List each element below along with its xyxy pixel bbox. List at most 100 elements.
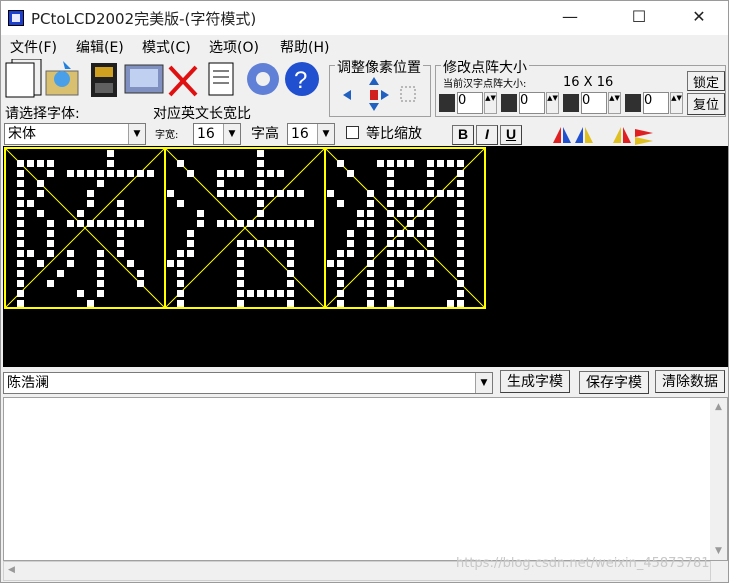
glyph-pixel <box>17 240 24 247</box>
minimize-button[interactable]: — <box>547 1 593 33</box>
chevron-down-icon[interactable]: ▼ <box>475 373 492 393</box>
proportional-checkbox[interactable] <box>346 126 359 139</box>
glyph-pixel <box>377 160 384 167</box>
underline-button[interactable]: U <box>500 125 522 145</box>
glyph-pixel <box>97 250 104 257</box>
matrix-canvas[interactable] <box>3 146 728 367</box>
glyph-pixel <box>437 190 444 197</box>
glyph-pixel <box>337 160 344 167</box>
glyph-pixel <box>407 220 414 227</box>
scroll-up-icon[interactable]: ▲ <box>710 402 727 412</box>
glyph-pixel <box>17 190 24 197</box>
glyph-pixel <box>457 250 464 257</box>
maximize-button[interactable]: ☐ <box>616 1 662 33</box>
menu-file[interactable]: 文件(F) <box>10 37 57 57</box>
scroll-left-icon[interactable]: ◀ <box>8 565 15 575</box>
menu-mode[interactable]: 模式(C) <box>142 37 191 57</box>
lock-button[interactable]: 锁定 <box>687 71 725 91</box>
glyph-pixel <box>457 270 464 277</box>
glyph-pixel <box>197 220 204 227</box>
help-icon[interactable]: ? <box>285 62 319 96</box>
menu-options[interactable]: 选项(O) <box>209 37 259 57</box>
rotate-right-icon[interactable] <box>635 129 653 145</box>
chevron-down-icon[interactable]: ▼ <box>317 124 334 144</box>
scroll-down-icon[interactable]: ▼ <box>710 546 727 556</box>
glyph-pixel <box>107 220 114 227</box>
height-combo[interactable]: 16 ▼ <box>287 123 335 145</box>
glyph-pixel <box>397 190 404 197</box>
spin-bottom-value[interactable]: 0 <box>643 92 669 114</box>
glyph-pixel <box>237 170 244 177</box>
glyph-pixel <box>427 240 434 247</box>
glyph-pixel <box>387 240 394 247</box>
glyph-pixel <box>387 300 394 307</box>
glyph-pixel <box>247 290 254 297</box>
chevron-down-icon[interactable]: ▼ <box>223 124 240 144</box>
spin-right-stepper[interactable]: ▲▼ <box>608 92 621 114</box>
shift-right-icon[interactable] <box>381 90 389 100</box>
new-icon[interactable] <box>5 59 42 98</box>
glyph-pixel <box>367 250 374 257</box>
text-input-value: 陈浩澜 <box>7 375 49 391</box>
generate-button[interactable]: 生成字模 <box>500 370 570 393</box>
glyph-pixel <box>407 190 414 197</box>
glyph-pixel <box>407 230 414 237</box>
glyph-pixel <box>407 200 414 207</box>
spin-left-stepper[interactable]: ▲▼ <box>484 92 497 114</box>
shift-up-icon[interactable] <box>369 77 379 85</box>
spin-left-value[interactable]: 0 <box>457 92 483 114</box>
glyph-pixel <box>177 160 184 167</box>
glyph-pixel <box>427 260 434 267</box>
glyph-pixel <box>37 160 44 167</box>
close-button[interactable]: ✕ <box>676 1 722 33</box>
font-combo[interactable]: 宋体 ▼ <box>4 123 146 145</box>
glyph-pixel <box>257 240 264 247</box>
flip-horizontal-icon[interactable] <box>553 127 571 143</box>
delete-icon[interactable] <box>168 65 198 97</box>
frame-icon[interactable] <box>400 86 416 102</box>
flip-vertical-icon[interactable] <box>575 127 593 143</box>
save-font-button[interactable]: 保存字模 <box>579 371 649 394</box>
spin-top-stepper[interactable]: ▲▼ <box>546 92 559 114</box>
center-icon[interactable] <box>370 90 378 100</box>
glyph-pixel <box>367 240 374 247</box>
glyph-pixel <box>67 250 74 257</box>
glyph-pixel <box>237 250 244 257</box>
glyph-pixel <box>247 190 254 197</box>
glyph-pixel <box>397 210 404 217</box>
clear-button[interactable]: 清除数据 <box>655 370 725 393</box>
spin-top-value[interactable]: 0 <box>519 92 545 114</box>
vertical-scrollbar[interactable]: ▲ ▼ <box>710 398 727 560</box>
reset-button[interactable]: 复位 <box>687 93 725 115</box>
glyph-grid <box>4 147 486 309</box>
glyph-pixel <box>387 260 394 267</box>
glyph-pixel <box>47 170 54 177</box>
text-input[interactable]: 陈浩澜 ▼ <box>3 372 493 394</box>
settings-icon[interactable] <box>247 63 279 95</box>
menu-help[interactable]: 帮助(H) <box>280 37 329 57</box>
menu-edit[interactable]: 编辑(E) <box>76 37 124 57</box>
shift-left-icon[interactable] <box>343 90 351 100</box>
glyph-pixel <box>387 160 394 167</box>
italic-button[interactable]: I <box>476 125 498 145</box>
left-edge-icon <box>439 94 455 112</box>
glyph-pixel <box>127 260 134 267</box>
open-icon[interactable] <box>45 61 79 96</box>
glyph-pixel <box>357 220 364 227</box>
spin-right-value[interactable]: 0 <box>581 92 607 114</box>
notes-icon[interactable] <box>208 62 234 96</box>
glyph-pixel <box>17 290 24 297</box>
save-icon[interactable] <box>91 63 117 97</box>
output-textarea[interactable]: ▲ ▼ <box>3 397 728 561</box>
glyph-pixel <box>457 300 464 307</box>
chevron-down-icon[interactable]: ▼ <box>128 124 145 144</box>
spin-bottom-stepper[interactable]: ▲▼ <box>670 92 683 114</box>
right-edge-icon <box>563 94 579 112</box>
glyph-pixel <box>137 280 144 287</box>
glyph-pixel <box>257 220 264 227</box>
rotate-left-icon[interactable] <box>613 127 631 143</box>
shift-down-icon[interactable] <box>369 103 379 111</box>
width-combo[interactable]: 16 ▼ <box>193 123 241 145</box>
bold-button[interactable]: B <box>452 125 474 145</box>
export-icon[interactable] <box>124 64 164 94</box>
